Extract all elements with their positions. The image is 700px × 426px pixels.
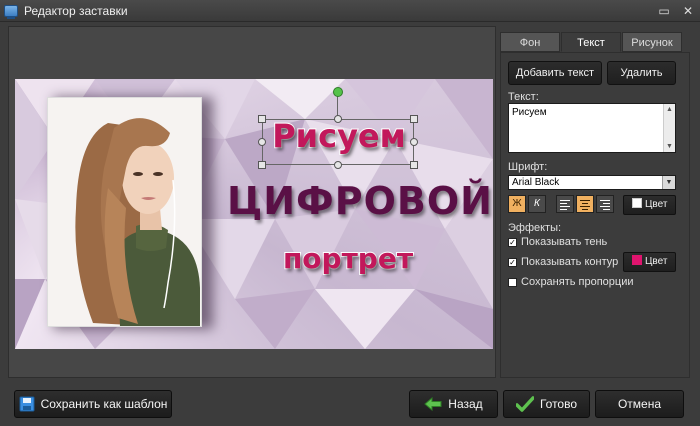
tab-image[interactable]: Рисунок bbox=[622, 32, 682, 52]
tab-background[interactable]: Фон bbox=[500, 32, 560, 52]
align-center-button[interactable] bbox=[576, 195, 594, 213]
title-text-line-2[interactable]: ЦИФРОВОЙ bbox=[227, 179, 492, 223]
arrow-left-icon bbox=[424, 397, 442, 411]
outline-label: Показывать контур bbox=[521, 256, 619, 268]
text-color-label: Цвет bbox=[645, 199, 668, 210]
app-icon bbox=[4, 4, 18, 19]
align-right-button[interactable] bbox=[596, 195, 614, 213]
cancel-label: Отмена bbox=[617, 397, 662, 411]
tab-text[interactable]: Текст bbox=[561, 32, 621, 52]
floppy-disk-icon bbox=[19, 396, 35, 412]
portrait-photo[interactable] bbox=[47, 97, 202, 327]
shadow-label: Показывать тень bbox=[521, 236, 608, 248]
cancel-button[interactable]: Отмена bbox=[595, 390, 684, 418]
scroll-up-icon[interactable]: ▲ bbox=[664, 106, 675, 113]
bold-button[interactable]: Ж bbox=[508, 195, 526, 213]
outline-color-swatch bbox=[632, 255, 642, 265]
save-template-label: Сохранить как шаблон bbox=[40, 397, 168, 411]
resize-handle-bl[interactable] bbox=[258, 161, 266, 169]
text-input[interactable]: Рисуем ▲ ▼ bbox=[508, 103, 676, 153]
shadow-checkbox[interactable]: ✓ bbox=[508, 238, 517, 247]
font-label: Шрифт: bbox=[508, 161, 548, 173]
keep-proportions-checkbox[interactable] bbox=[508, 278, 517, 287]
portrait-illustration bbox=[48, 98, 201, 326]
text-input-value: Рисуем bbox=[512, 107, 547, 118]
done-label: Готово bbox=[539, 397, 578, 411]
add-text-button[interactable]: Добавить текст bbox=[508, 61, 602, 85]
done-button[interactable]: Готово bbox=[503, 390, 590, 418]
text-color-button[interactable]: Цвет bbox=[623, 195, 676, 215]
outline-checkbox[interactable]: ✓ bbox=[508, 258, 517, 267]
resize-handle-br[interactable] bbox=[410, 161, 418, 169]
panel-tabs: Фон Текст Рисунок bbox=[500, 32, 683, 52]
save-template-button[interactable]: Сохранить как шаблон bbox=[14, 390, 172, 418]
title-text-line-1[interactable]: Рисуем bbox=[266, 116, 412, 156]
keep-proportions-label: Сохранять пропорции bbox=[521, 276, 634, 288]
delete-button[interactable]: Удалить bbox=[607, 61, 676, 85]
font-select[interactable]: Arial Black ▼ bbox=[508, 175, 676, 190]
outline-color-label: Цвет bbox=[645, 256, 668, 267]
resize-handle-tl[interactable] bbox=[258, 115, 266, 123]
text-input-scrollbar[interactable]: ▲ ▼ bbox=[663, 104, 675, 152]
outline-color-button[interactable]: Цвет bbox=[623, 252, 676, 272]
text-label: Текст: bbox=[508, 91, 539, 103]
italic-button[interactable]: К bbox=[528, 195, 546, 213]
chevron-down-icon[interactable]: ▼ bbox=[662, 176, 675, 189]
title-bar: Редактор заставки ▭ ✕ bbox=[0, 0, 700, 22]
back-button[interactable]: Назад bbox=[409, 390, 498, 418]
checkmark-icon bbox=[515, 396, 534, 412]
font-select-value: Arial Black bbox=[512, 177, 560, 188]
back-label: Назад bbox=[448, 397, 483, 411]
resize-handle-left[interactable] bbox=[258, 138, 266, 146]
effects-label: Эффекты: bbox=[508, 222, 562, 234]
align-left-button[interactable] bbox=[556, 195, 574, 213]
close-button[interactable]: ✕ bbox=[682, 3, 694, 19]
align-right-icon bbox=[600, 200, 610, 210]
resize-handle-bottom[interactable] bbox=[334, 161, 342, 169]
title-text-line-3[interactable]: портрет bbox=[275, 241, 421, 276]
align-center-icon bbox=[580, 200, 590, 210]
text-color-swatch bbox=[632, 198, 642, 208]
scroll-down-icon[interactable]: ▼ bbox=[664, 143, 675, 150]
window-title: Редактор заставки bbox=[24, 3, 128, 18]
rotate-handle[interactable] bbox=[333, 87, 343, 97]
maximize-button[interactable]: ▭ bbox=[658, 3, 670, 19]
slide-canvas[interactable]: Рисуем ЦИФРОВОЙ портрет bbox=[15, 79, 493, 349]
align-left-icon bbox=[560, 200, 570, 210]
